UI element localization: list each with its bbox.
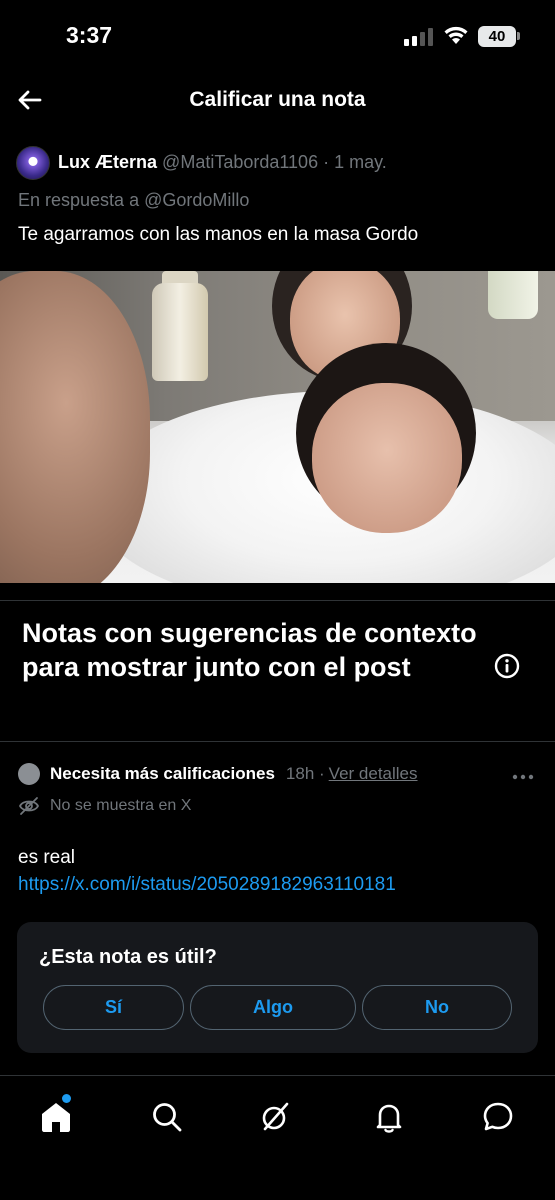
search-icon[interactable] — [149, 1099, 185, 1135]
reply-mention-link[interactable]: @GordoMillo — [144, 190, 249, 210]
note-status-row: Necesita más calificaciones 18h · Ver de… — [18, 763, 418, 785]
image-bottle-right — [488, 271, 538, 319]
status-time: 3:37 — [66, 22, 113, 48]
divider — [0, 1075, 555, 1076]
grok-icon[interactable] — [257, 1099, 293, 1135]
rate-no-button[interactable]: No — [362, 985, 512, 1030]
notifications-icon[interactable] — [371, 1099, 407, 1135]
author-name[interactable]: Lux Æterna — [58, 152, 157, 172]
note-time: 18h · — [285, 764, 325, 783]
image-bottle — [152, 283, 208, 381]
signal-icon — [404, 28, 434, 46]
reply-prefix: En respuesta a — [18, 190, 140, 210]
battery-tip — [517, 32, 520, 40]
rating-question: ¿Esta nota es útil? — [39, 946, 217, 968]
divider — [0, 600, 555, 601]
note-text: es real — [18, 847, 76, 868]
more-options-icon[interactable] — [510, 764, 536, 790]
home-notification-dot — [62, 1094, 71, 1103]
rating-card: ¿Esta nota es útil? Sí Algo No — [17, 922, 538, 1053]
avatar[interactable] — [16, 146, 50, 180]
battery-indicator: 40 — [478, 26, 516, 47]
reply-context: En respuesta a @GordoMillo — [18, 190, 249, 211]
author-handle-date: @MatiTaborda1106 · 1 may. — [162, 152, 387, 172]
image-person-front-face — [312, 383, 462, 533]
post-text: Te agarramos con las manos en la masa Go… — [18, 224, 419, 245]
header: Calificar una nota — [0, 72, 555, 128]
status-bar: 3:37 40 — [0, 0, 555, 72]
wifi-icon — [444, 26, 468, 44]
divider — [0, 741, 555, 742]
section-title: Notas con sugerencias de contexto para m… — [22, 618, 477, 682]
note-source-link[interactable]: https://x.com/i/status/20502891829631101… — [18, 874, 396, 896]
view-details-link[interactable]: Ver detalles — [329, 764, 418, 784]
rate-somewhat-button[interactable]: Algo — [190, 985, 356, 1030]
visibility-label: No se muestra en X — [50, 797, 192, 814]
messages-icon[interactable] — [480, 1099, 516, 1135]
info-icon[interactable] — [493, 652, 521, 680]
status-dot-icon — [18, 763, 40, 785]
note-status-label: Necesita más calificaciones — [50, 764, 275, 783]
post-image[interactable] — [0, 271, 555, 583]
eye-slash-icon — [18, 797, 40, 815]
rate-yes-button[interactable]: Sí — [43, 985, 184, 1030]
home-icon[interactable] — [38, 1099, 74, 1135]
page-title: Calificar una nota — [189, 88, 366, 111]
bottom-nav — [0, 1077, 555, 1200]
post-meta: Lux Æterna @MatiTaborda1106 · 1 may. — [58, 152, 387, 173]
visibility-row: No se muestra en X — [18, 796, 191, 816]
